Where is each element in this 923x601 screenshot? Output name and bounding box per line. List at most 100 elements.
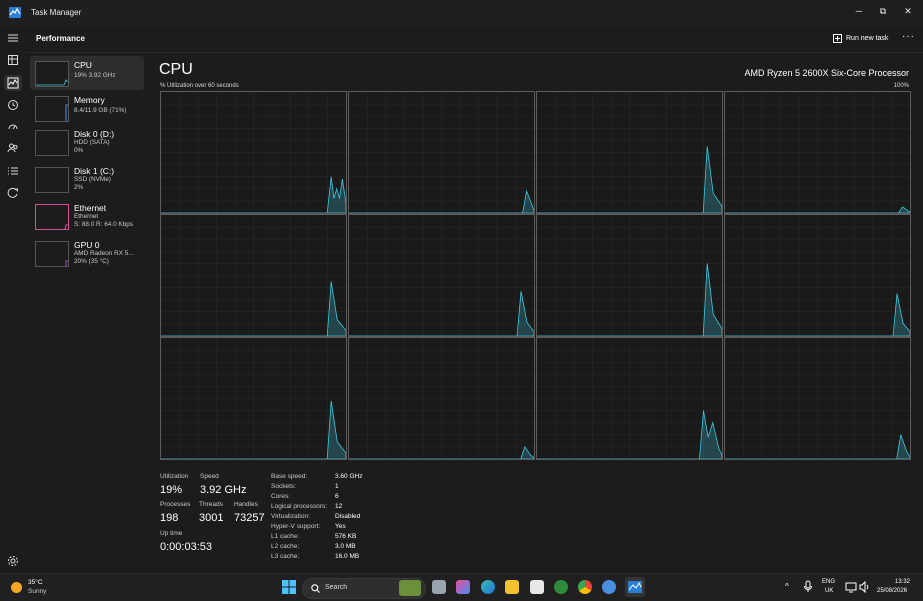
settings-icon[interactable]: [7, 555, 19, 567]
core-utilization-grid: [160, 91, 911, 460]
sidebar-item-detail: 19% 3.92 GHz: [74, 72, 116, 79]
cpu-thumbnail: [35, 61, 69, 87]
spec-value: 3.0 MB: [335, 543, 356, 550]
clock-time[interactable]: 13:32: [895, 579, 910, 585]
spec-label: Virtualization:: [271, 513, 310, 520]
utilization-label: Utilization: [160, 473, 189, 480]
threads-label: Threads: [199, 501, 223, 508]
microphone-icon[interactable]: [803, 580, 813, 594]
core-graph: [160, 91, 347, 214]
gpu-thumbnail: [35, 241, 69, 267]
clock-date[interactable]: 25/08/2026: [877, 588, 907, 594]
menu-icon[interactable]: [7, 32, 19, 44]
close-button[interactable]: ✕: [900, 4, 916, 18]
sidebar-item-cpu[interactable]: CPU 19% 3.92 GHz: [30, 56, 144, 90]
uptime-value: 0:00:03:53: [160, 541, 212, 553]
details-icon[interactable]: [7, 165, 19, 177]
sidebar-item-label: Ethernet: [74, 203, 107, 213]
app-icon[interactable]: [602, 580, 616, 594]
spec-value: Disabled: [335, 513, 361, 520]
search-box[interactable]: Search: [302, 578, 426, 599]
sidebar-item-label: Disk 1 (C:): [74, 166, 115, 176]
app-history-icon[interactable]: [7, 99, 19, 111]
start-icon[interactable]: [282, 580, 296, 594]
sidebar-item-ethernet[interactable]: Ethernet Ethernet S: 88.0 R: 64.0 Kbps: [30, 199, 144, 233]
memory-thumbnail: [35, 96, 69, 122]
sidebar-item-label: GPU 0: [74, 240, 100, 250]
sidebar-item-disk1[interactable]: Disk 1 (C:) SSD (NVMe) 2%: [30, 162, 144, 196]
disk0-thumbnail: [35, 130, 69, 156]
chevron-up-icon[interactable]: ^: [785, 582, 789, 591]
spec-label: Hyper-V support:: [271, 523, 321, 530]
sun-icon[interactable]: [11, 582, 22, 593]
region-label[interactable]: UK: [825, 588, 833, 594]
spec-label: Cores:: [271, 493, 291, 500]
network-icon[interactable]: [845, 580, 857, 594]
chrome-icon[interactable]: [578, 580, 592, 594]
speed-label: Speed: [200, 473, 219, 480]
handles-value: 73257: [234, 512, 265, 524]
run-new-task-label: Run new task: [846, 35, 889, 42]
run-new-task-button[interactable]: Run new task: [833, 34, 888, 43]
spec-label: L2 cache:: [271, 543, 300, 550]
search-icon: [311, 584, 320, 593]
volume-icon[interactable]: [859, 580, 871, 594]
sidebar-item-detail: SSD (NVMe): [74, 176, 111, 183]
language-label[interactable]: ENG: [822, 579, 835, 585]
sidebar-item-label: Memory: [74, 95, 105, 105]
xbox-icon[interactable]: [554, 580, 568, 594]
spec-value: 12: [335, 503, 343, 510]
core-graph: [724, 337, 911, 460]
performance-icon[interactable]: [4, 75, 22, 91]
sidebar-item-usage: 0%: [74, 147, 84, 154]
core-graph: [536, 214, 723, 337]
window-title: Task Manager: [31, 8, 82, 17]
run-task-icon: [833, 34, 842, 43]
sidebar-item-disk0[interactable]: Disk 0 (D:) HDD (SATA) 0%: [30, 125, 144, 159]
sidebar-item-gpu0[interactable]: GPU 0 AMD Radeon RX 5... 20% (35 °C): [30, 236, 144, 270]
spec-value: 6: [335, 493, 339, 500]
spec-value: 3.60 GHz: [335, 473, 363, 480]
page-title: Performance: [36, 34, 85, 43]
navigation-rail: [0, 26, 26, 573]
maximize-button[interactable]: ⧉: [875, 4, 891, 18]
sidebar-item-usage: S: 88.0 R: 64.0 Kbps: [74, 221, 133, 228]
processor-name: AMD Ryzen 5 2600X Six-Core Processor: [744, 68, 909, 78]
services-icon[interactable]: [7, 187, 19, 199]
sidebar-item-memory[interactable]: Memory 8.4/11.9 GB (71%): [30, 91, 144, 125]
spec-value: 1: [335, 483, 339, 490]
graph-max-label: 100%: [893, 83, 909, 89]
weather-condition[interactable]: Sunny: [28, 588, 46, 595]
more-options-button[interactable]: ···: [902, 31, 915, 42]
speed-value: 3.92 GHz: [200, 484, 247, 496]
spec-label: Base speed:: [271, 473, 308, 480]
core-graph: [536, 91, 723, 214]
core-graph: [348, 91, 535, 214]
edge-icon[interactable]: [481, 580, 495, 594]
weather-temperature[interactable]: 35°C: [28, 579, 43, 586]
utilization-value: 19%: [160, 484, 183, 496]
sidebar-item-label: CPU: [74, 60, 92, 70]
sidebar-item-usage: 20% (35 °C): [74, 258, 109, 265]
core-graph: [724, 91, 911, 214]
startup-apps-icon[interactable]: [7, 121, 19, 133]
copilot-icon[interactable]: [456, 580, 470, 594]
spec-value: Yes: [335, 523, 346, 530]
sidebar-item-detail: AMD Radeon RX 5...: [74, 250, 134, 257]
sidebar-item-detail: HDD (SATA): [74, 139, 110, 146]
core-graph: [724, 214, 911, 337]
sidebar-item-detail: Ethernet: [74, 213, 99, 220]
users-icon[interactable]: [7, 142, 19, 154]
spec-label: Logical processors:: [271, 503, 327, 510]
command-bar: Performance Run new task ···: [24, 26, 923, 53]
core-graph: [348, 214, 535, 337]
store-icon[interactable]: [530, 580, 544, 594]
spec-value: 576 KB: [335, 533, 357, 540]
task-view-icon[interactable]: [432, 580, 446, 594]
task-manager-taskbar-icon[interactable]: [625, 577, 645, 597]
disk1-thumbnail: [35, 167, 69, 193]
file-explorer-icon[interactable]: [505, 580, 519, 594]
processes-icon[interactable]: [7, 54, 19, 66]
minimize-button[interactable]: ─: [851, 4, 867, 18]
spec-label: Sockets:: [271, 483, 296, 490]
